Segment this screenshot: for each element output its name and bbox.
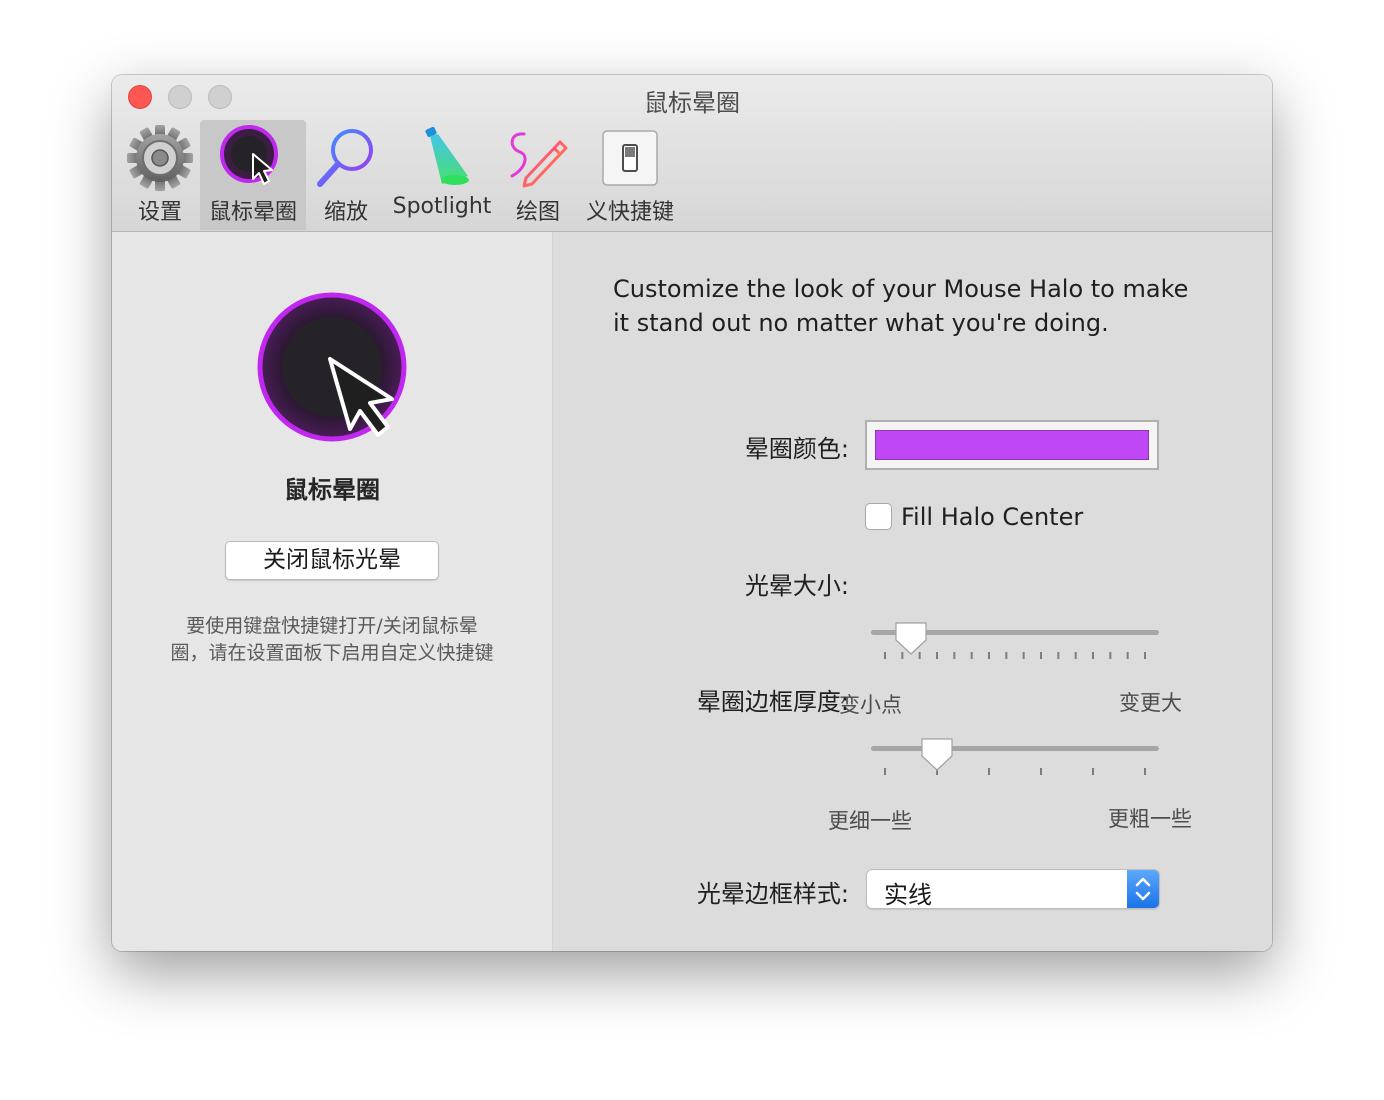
border-thickness-slider-track[interactable] [871,746,1159,751]
gear-icon [127,125,193,191]
mouse-halo-icon [220,125,278,185]
description-line-1: Customize the look of your Mouse Halo to… [613,275,1189,303]
toggle-mouse-halo-button[interactable]: 关闭鼠标光晕 [225,541,439,580]
halo-size-max-label: 变更大 [1119,691,1182,715]
border-style-value: 实线 [884,881,932,909]
border-thickness-label: 晕圈边框厚度: [696,688,849,716]
toolbar-label-draw: 绘图 [515,200,560,225]
toolbar-label-shortcuts: 义快捷键 [585,200,674,225]
pane-title: 鼠标晕圈 [284,476,380,504]
window-title: 鼠标晕圈 [644,89,740,117]
border-thickness-slider[interactable] [861,738,1165,794]
toolbar-item-spotlight[interactable]: Spotlight [390,120,494,230]
toolbar-label-spotlight: Spotlight [392,194,492,219]
description-line-2: it stand out no matter what you're doing… [613,309,1109,337]
titlebar: 鼠标晕圈 设置 鼠标晕圈 缩放 Spotlight 绘图 义快捷键 [112,75,1272,232]
popup-arrows-icon [1127,870,1159,908]
halo-size-label: 光晕大小: [744,572,849,600]
shortcut-hint-line-2: 圈，请在设置面板下启用自定义快捷键 [170,642,494,664]
right-pane: Customize the look of your Mouse Halo to… [553,232,1272,951]
halo-color-label: 晕圈颜色: [744,435,849,463]
toolbar-item-settings[interactable]: 设置 [122,120,198,230]
fill-halo-center-checkbox[interactable] [865,503,892,530]
toolbar-item-mouse-halo[interactable]: 鼠标晕圈 [200,120,306,230]
toolbar-item-draw[interactable]: 绘图 [500,120,576,230]
shortcut-hint-line-1: 要使用键盘快捷键打开/关闭鼠标晕 [186,615,478,637]
border-thickness-max-label: 更粗一些 [1108,807,1192,831]
halo-color-well[interactable] [865,420,1159,470]
border-thickness-slider-knob[interactable] [921,738,953,771]
switch-icon [602,130,658,186]
mouse-halo-preview-icon [257,292,407,442]
halo-color-swatch [875,430,1149,460]
border-thickness-min-label: 更细一些 [828,809,912,833]
pencil-icon [510,132,568,188]
preferences-window: 鼠标晕圈 设置 鼠标晕圈 缩放 Spotlight 绘图 义快捷键 鼠标晕圈 关… [112,75,1272,951]
halo-size-slider-knob[interactable] [895,622,927,655]
shortcut-hint-text: 要使用键盘快捷键打开/关闭鼠标晕 圈，请在设置面板下启用自定义快捷键 [152,613,512,667]
border-style-select[interactable]: 实线 [866,869,1160,909]
toolbar-item-shortcuts[interactable]: 义快捷键 [580,120,680,230]
halo-size-slider[interactable] [861,622,1165,678]
magnifier-icon [317,129,373,187]
toolbar-label-zoom: 缩放 [323,200,368,225]
spotlight-icon [425,126,469,185]
border-style-label: 光晕边框样式: [696,880,849,908]
toolbar-label-mouse-halo: 鼠标晕圈 [208,200,297,225]
fill-halo-center-label: Fill Halo Center [901,503,1084,531]
description-text: Customize the look of your Mouse Halo to… [613,272,1233,340]
left-pane: 鼠标晕圈 关闭鼠标光晕 要使用键盘快捷键打开/关闭鼠标晕 圈，请在设置面板下启用… [112,232,553,951]
toolbar-item-zoom[interactable]: 缩放 [308,120,384,230]
toolbar-label-settings: 设置 [137,200,182,225]
